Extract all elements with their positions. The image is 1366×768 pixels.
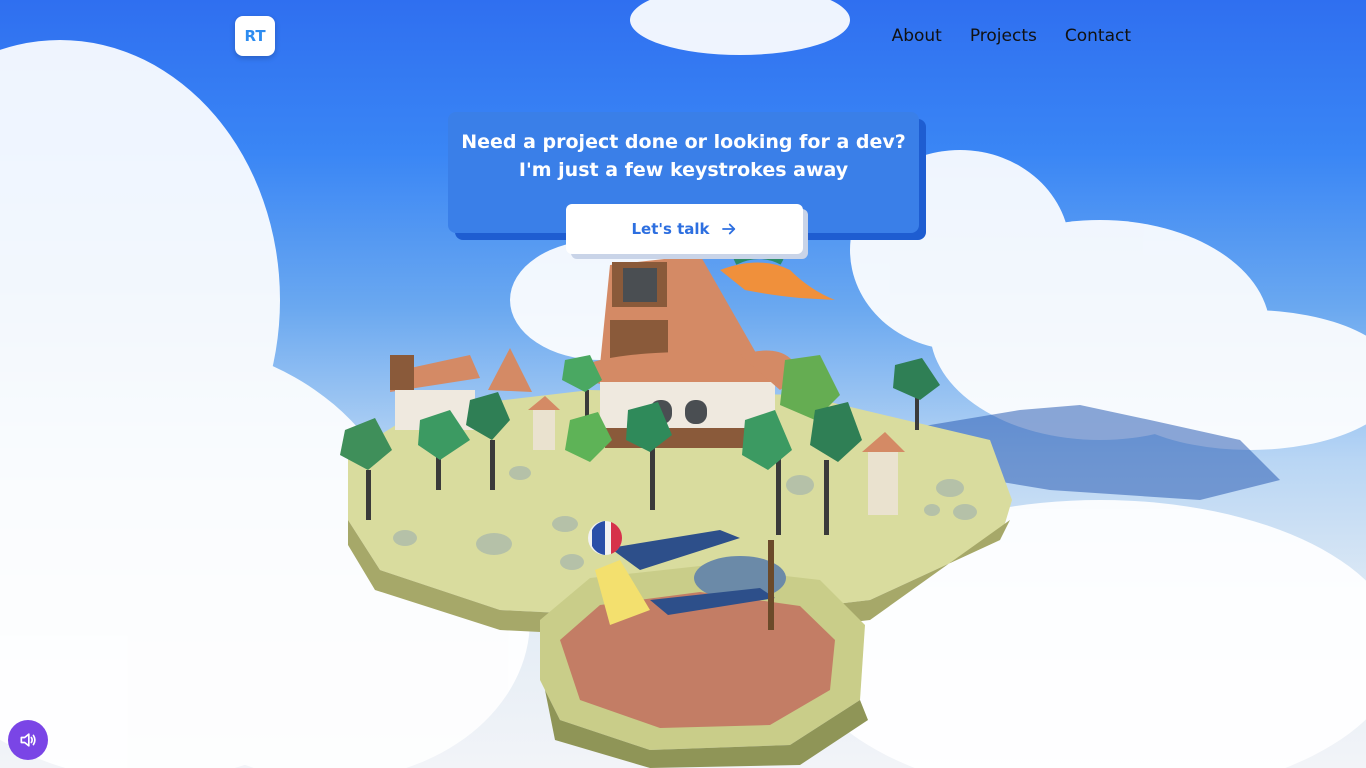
arrow-right-icon bbox=[721, 223, 735, 235]
lets-talk-button[interactable]: Let's talk bbox=[566, 204, 803, 254]
nav-link-projects[interactable]: Projects bbox=[970, 25, 1037, 47]
hero-line-2: I'm just a few keystrokes away bbox=[518, 159, 849, 181]
lets-talk-label: Let's talk bbox=[631, 220, 710, 238]
logo-link[interactable]: RT bbox=[235, 16, 275, 56]
main-nav: About Projects Contact bbox=[892, 25, 1131, 47]
hero-line-1: Need a project done or looking for a dev… bbox=[461, 131, 906, 153]
hero-text: Need a project done or looking for a dev… bbox=[448, 112, 919, 184]
speaker-icon bbox=[20, 733, 36, 747]
sound-toggle-button[interactable] bbox=[8, 720, 48, 760]
nav-link-about[interactable]: About bbox=[892, 25, 942, 47]
nav-link-contact[interactable]: Contact bbox=[1065, 25, 1131, 47]
